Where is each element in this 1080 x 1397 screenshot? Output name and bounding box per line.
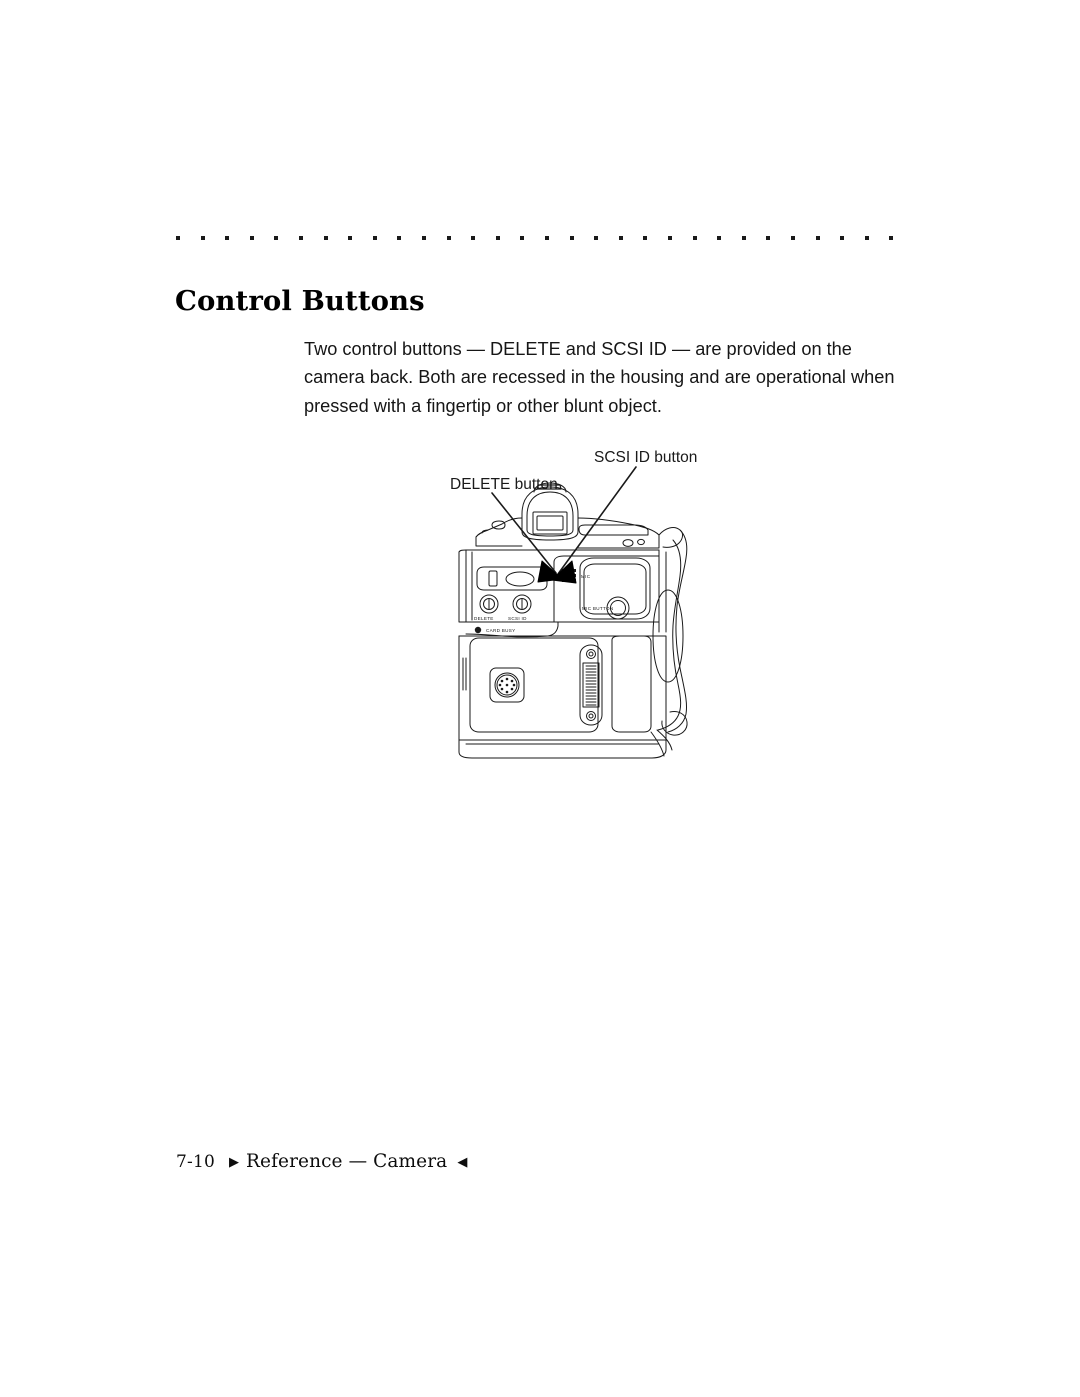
rule-dot bbox=[545, 236, 549, 240]
rule-dot bbox=[815, 236, 820, 240]
panel-label-scsi-id: SCSI ID bbox=[508, 616, 527, 621]
rule-dot bbox=[299, 236, 303, 240]
rule-dot bbox=[791, 236, 795, 240]
rule-dot bbox=[520, 236, 525, 240]
rule-dot bbox=[225, 236, 230, 240]
rule-dot bbox=[274, 236, 279, 240]
rule-dot bbox=[446, 236, 451, 240]
rule-dot bbox=[249, 236, 254, 240]
rule-dot bbox=[741, 236, 746, 240]
panel-label-mic-button: MIC BUTTON bbox=[582, 606, 614, 611]
panel-label-mic: MIC bbox=[581, 574, 591, 579]
rule-dot bbox=[766, 236, 771, 240]
callout-label-scsi-id: SCSI ID button bbox=[594, 449, 698, 466]
rule-dot bbox=[348, 236, 353, 240]
rule-dot bbox=[594, 236, 599, 240]
rule-dot bbox=[471, 236, 476, 240]
rule-dot bbox=[889, 236, 894, 240]
camera-back-lower bbox=[458, 635, 667, 759]
page-title: Control Buttons bbox=[175, 285, 425, 317]
rule-dot bbox=[618, 236, 623, 240]
manual-page: Control Buttons Two control buttons — DE… bbox=[0, 0, 1080, 1397]
camera-strap bbox=[650, 529, 688, 757]
breadcrumb: Reference — Camera bbox=[246, 1151, 448, 1172]
rule-dot bbox=[717, 236, 722, 240]
scsi-pin-rows bbox=[585, 665, 597, 706]
rule-dot bbox=[643, 236, 648, 240]
triangle-right-icon: ▶ bbox=[229, 1155, 239, 1170]
rule-dot bbox=[200, 236, 205, 240]
dotted-rule-divider bbox=[176, 236, 894, 241]
rule-dot bbox=[422, 236, 426, 240]
footer-page-number: 7-10 bbox=[176, 1152, 215, 1172]
camera-back-upper bbox=[458, 549, 667, 638]
rule-dot bbox=[495, 236, 500, 240]
callout-label-delete: DELETE button bbox=[450, 476, 558, 493]
rule-dot bbox=[323, 236, 328, 240]
rule-dot bbox=[840, 236, 845, 240]
rule-dot bbox=[864, 236, 869, 240]
rule-dot bbox=[372, 236, 377, 240]
body-paragraph: Two control buttons — DELETE and SCSI ID… bbox=[304, 339, 895, 416]
page-footer: 7-10 ▶ Reference — Camera ◀ bbox=[176, 1151, 467, 1172]
rule-dot bbox=[692, 236, 697, 240]
rule-dot bbox=[569, 236, 574, 240]
connector-pins bbox=[498, 677, 516, 694]
camera-back-figure: DELETE button SCSI ID button DELETE SCSI… bbox=[430, 440, 760, 780]
rule-dot bbox=[397, 236, 402, 240]
rule-dot bbox=[668, 236, 672, 240]
callout-leader-delete bbox=[491, 492, 563, 583]
panel-label-delete: DELETE bbox=[474, 616, 494, 621]
rule-dot bbox=[176, 236, 180, 240]
panel-label-card-busy: CARD BUSY bbox=[486, 628, 516, 633]
triangle-left-icon: ◀ bbox=[457, 1155, 468, 1170]
